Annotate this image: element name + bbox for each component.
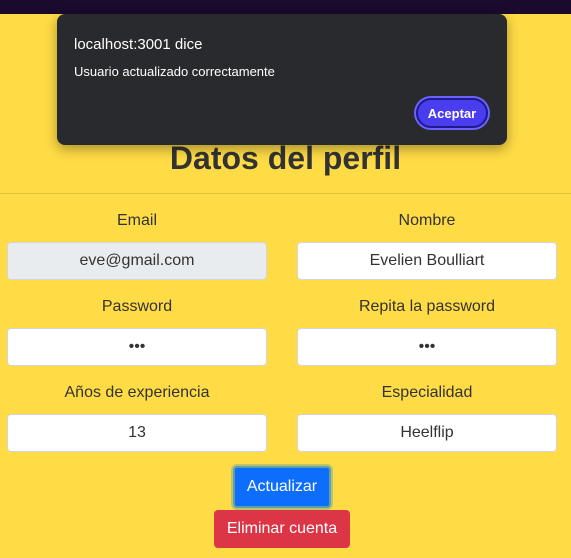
experiencia-label: Años de experiencia [64,384,210,401]
email-field[interactable] [7,242,267,280]
password-label: Password [101,298,173,315]
email-label: Email [116,212,157,229]
alert-dialog: localhost:3001 dice Usuario actualizado … [57,14,507,145]
dialog-ok-button[interactable]: Aceptar [416,98,488,128]
especialidad-label: Especialidad [381,384,473,401]
nombre-label: Nombre [398,212,456,229]
especialidad-field[interactable] [297,414,557,452]
password-field[interactable] [7,328,267,366]
repeat-password-field[interactable] [297,328,557,366]
dialog-origin: localhost:3001 dice [74,36,203,53]
update-button[interactable]: Actualizar [233,466,331,508]
page-title: Datos del perfil [169,140,402,176]
dialog-message: Usuario actualizado correctamente [74,64,275,79]
title-divider [0,193,571,194]
nombre-field[interactable] [297,242,557,280]
experiencia-field[interactable] [7,414,267,452]
browser-top-bar [0,0,571,14]
delete-account-button[interactable]: Eliminar cuenta [214,510,350,548]
repeat-password-label: Repita la password [358,298,496,315]
